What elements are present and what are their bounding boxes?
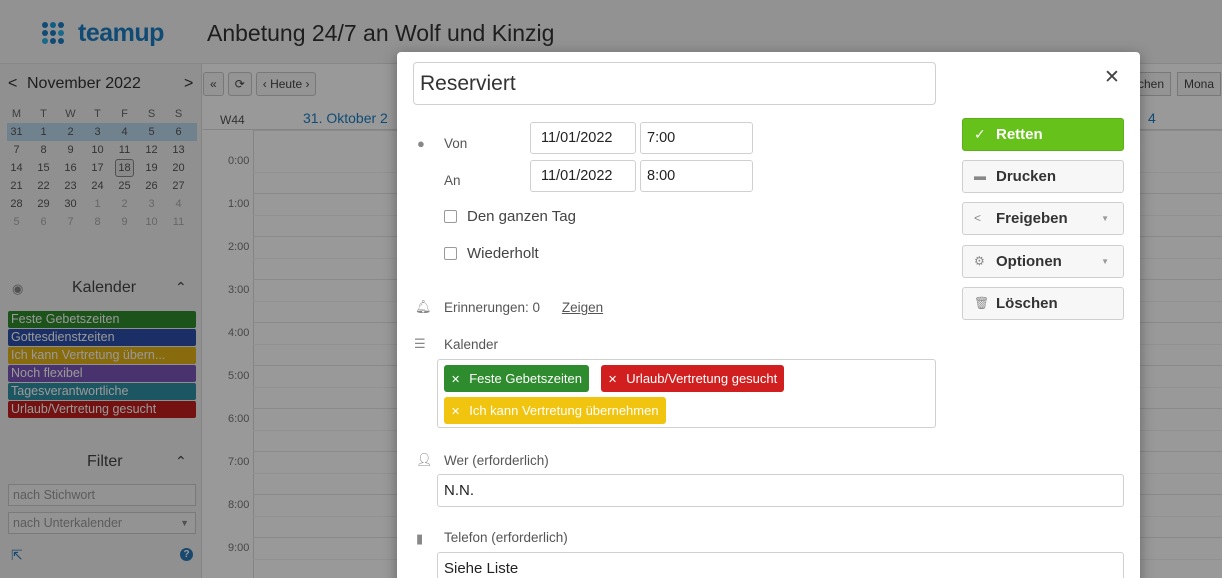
start-date-input[interactable]: 11/01/2022 xyxy=(530,122,636,154)
share-button-label: Freigeben xyxy=(996,210,1068,227)
calendar-tag-label: Ich kann Vertretung übernehmen xyxy=(469,403,659,418)
share-icon: < xyxy=(974,211,982,225)
phone-label: Telefon (erforderlich) xyxy=(444,530,568,545)
remove-tag-icon[interactable]: ✕ xyxy=(451,374,460,386)
all-day-label: Den ganzen Tag xyxy=(467,207,576,225)
calendar-label: Kalender xyxy=(444,337,499,352)
printer-icon: ▬ xyxy=(974,169,986,183)
calendar-tag[interactable]: ✕ Feste Gebetszeiten xyxy=(444,365,589,392)
who-input[interactable]: N.N. xyxy=(437,474,1124,507)
reminders-row: Erinnerungen: 0 Zeigen xyxy=(444,300,603,315)
end-date-input[interactable]: 11/01/2022 xyxy=(530,160,636,192)
start-time-input[interactable]: 7:00 xyxy=(640,122,753,154)
bell-icon: 🔔︎ xyxy=(415,299,432,314)
phone-icon: ▮ xyxy=(416,531,424,546)
person-icon: 👤︎ xyxy=(416,452,433,467)
who-label: Wer (erforderlich) xyxy=(444,453,549,468)
save-button[interactable]: ✓ Retten xyxy=(962,118,1124,151)
options-button-label: Optionen xyxy=(996,253,1062,270)
end-time-input[interactable]: 8:00 xyxy=(640,160,753,192)
list-icon: ☰ xyxy=(414,336,426,351)
delete-button-label: Löschen xyxy=(996,295,1058,312)
share-button[interactable]: < Freigeben ▼ xyxy=(962,202,1124,235)
save-button-label: Retten xyxy=(996,126,1043,143)
clock-icon: ● xyxy=(417,136,425,151)
gear-icon: ⚙ xyxy=(974,254,985,268)
print-button-label: Drucken xyxy=(996,168,1057,185)
print-button[interactable]: ▬ Drucken xyxy=(962,160,1124,193)
caret-down-icon: ▼ xyxy=(1101,257,1109,266)
phone-input[interactable]: Siehe Liste xyxy=(437,552,1124,578)
to-label: An xyxy=(444,173,461,188)
from-label: Von xyxy=(444,136,468,151)
all-day-checkbox[interactable] xyxy=(444,209,457,223)
delete-button[interactable]: 🗑︎ Löschen xyxy=(962,287,1124,320)
checkmark-icon: ✓ xyxy=(974,126,986,142)
trash-icon: 🗑︎ xyxy=(974,296,990,310)
repeat-label: Wiederholt xyxy=(467,244,539,262)
calendar-tag[interactable]: ✕ Urlaub/Vertretung gesucht xyxy=(601,365,785,392)
reminders-label: Erinnerungen: 0 xyxy=(444,300,541,315)
caret-down-icon: ▼ xyxy=(1101,214,1109,223)
event-editor-dialog: Reserviert ✕ ● Von 11/01/2022 7:00 An 11… xyxy=(397,52,1140,578)
repeat-checkbox[interactable] xyxy=(444,246,457,260)
calendar-multiselect[interactable]: ✕ Feste Gebetszeiten ✕ Urlaub/Vertretung g… xyxy=(437,359,936,428)
remove-tag-icon[interactable]: ✕ xyxy=(608,374,617,386)
calendar-tag-label: Urlaub/Vertretung gesucht xyxy=(626,371,778,386)
event-title-input[interactable]: Reserviert xyxy=(413,62,936,105)
all-day-option[interactable]: Den ganzen Tag xyxy=(444,206,576,226)
show-reminders-link[interactable]: Zeigen xyxy=(562,300,603,315)
calendar-tag[interactable]: ✕ Ich kann Vertretung übernehmen xyxy=(444,397,666,424)
options-button[interactable]: ⚙ Optionen ▼ xyxy=(962,245,1124,278)
repeat-option[interactable]: Wiederholt xyxy=(444,243,539,263)
close-icon[interactable]: ✕ xyxy=(1104,66,1120,89)
remove-tag-icon[interactable]: ✕ xyxy=(451,406,460,418)
calendar-tag-label: Feste Gebetszeiten xyxy=(469,371,582,386)
